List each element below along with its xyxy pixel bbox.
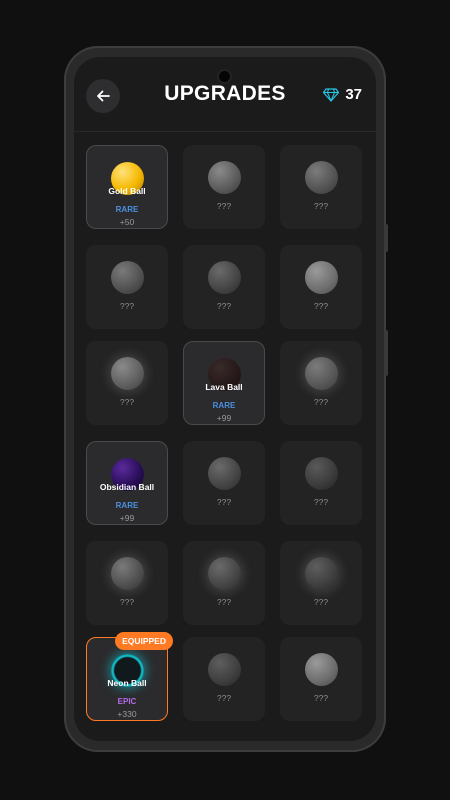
ball-card[interactable]: ??? [280, 341, 362, 425]
ball-card[interactable]: ??? [183, 245, 265, 329]
ball-preview [304, 557, 338, 590]
locked-label: ??? [216, 201, 232, 211]
ball-card[interactable]: Gold Ball RARE +50 [86, 145, 168, 229]
ball-card[interactable]: ??? [280, 541, 362, 625]
ball-card[interactable]: Lava Ball RARE +99 [183, 341, 265, 425]
bonus-value: +99 [216, 413, 232, 423]
ball-name: Neon Ball [107, 678, 147, 688]
power-button [384, 330, 388, 376]
ball-preview [304, 161, 338, 194]
bonus-value: +330 [117, 709, 137, 719]
locked-label: ??? [216, 693, 232, 703]
locked-label: ??? [216, 597, 232, 607]
ball-preview [304, 261, 338, 294]
locked-label: ??? [313, 201, 329, 211]
ball-preview [110, 357, 144, 390]
equipped-badge: EQUIPPED [115, 632, 173, 650]
ball-card[interactable]: ??? [183, 541, 265, 625]
locked-label: ??? [119, 597, 135, 607]
front-camera [219, 71, 230, 82]
ball-preview [304, 653, 338, 686]
ball-name: Obsidian Ball [99, 482, 155, 492]
locked-label: ??? [119, 397, 135, 407]
locked-label: ??? [313, 397, 329, 407]
ball-preview [207, 653, 241, 686]
rarity-label: RARE [115, 501, 139, 510]
ball-preview [110, 261, 144, 294]
ball-card[interactable]: Obsidian Ball RARE +99 [86, 441, 168, 525]
volume-button [384, 224, 388, 252]
gem-counter: 37 [323, 86, 362, 103]
ball-card[interactable]: ??? [280, 245, 362, 329]
gem-count: 37 [345, 86, 362, 103]
ball-card[interactable]: ??? [183, 441, 265, 525]
bonus-value: +50 [119, 217, 135, 227]
ball-preview [207, 261, 241, 294]
bonus-value: +99 [119, 513, 135, 523]
locked-label: ??? [313, 693, 329, 703]
ball-preview [207, 457, 241, 490]
top-bar: UPGRADES 37 [74, 57, 376, 132]
ball-preview [110, 557, 144, 590]
diamond-icon [323, 87, 340, 102]
ball-card[interactable]: ??? [280, 637, 362, 721]
ball-preview [304, 357, 338, 390]
ball-card[interactable]: ??? [86, 541, 168, 625]
ball-card[interactable]: ??? [86, 245, 168, 329]
ball-preview [304, 457, 338, 490]
ball-name: Lava Ball [205, 382, 243, 392]
ball-card[interactable]: ??? [86, 341, 168, 425]
locked-label: ??? [216, 301, 232, 311]
rarity-label: RARE [212, 401, 236, 410]
ball-name: Gold Ball [108, 186, 146, 196]
ball-card[interactable]: ??? [280, 441, 362, 525]
ball-card[interactable]: ??? [280, 145, 362, 229]
locked-label: ??? [313, 301, 329, 311]
locked-label: ??? [119, 301, 135, 311]
ball-card[interactable]: ??? [183, 637, 265, 721]
ball-card[interactable]: ??? [183, 145, 265, 229]
ball-preview [207, 161, 241, 194]
rarity-label: EPIC [117, 697, 137, 706]
ball-preview [207, 557, 241, 590]
locked-label: ??? [313, 497, 329, 507]
rarity-label: RARE [115, 205, 139, 214]
ball-card[interactable]: Neon Ball EPIC +330 EQUIPPED [86, 632, 173, 721]
locked-label: ??? [216, 497, 232, 507]
locked-label: ??? [313, 597, 329, 607]
app-screen: UPGRADES 37 Gold Ball RARE +50????????????… [74, 57, 376, 741]
